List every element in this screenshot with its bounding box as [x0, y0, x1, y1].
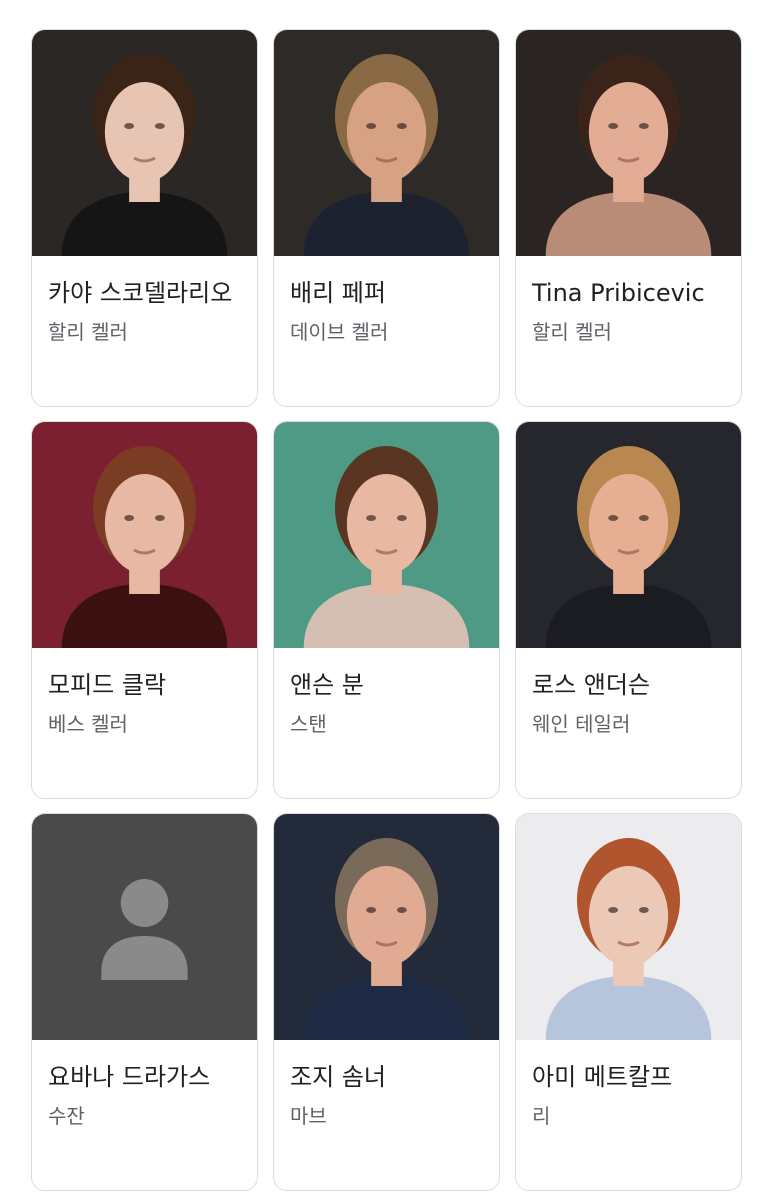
actor-photo [32, 422, 257, 648]
character-name: 리 [532, 1104, 551, 1128]
card-info: 로스 앤더슨 웨인 테일러 [516, 648, 741, 738]
actor-photo [274, 30, 499, 256]
portrait-image [516, 422, 741, 648]
card-info: 아미 메트칼프 리 [516, 1040, 741, 1130]
actor-name: 배리 페퍼 [290, 279, 386, 307]
card-info: 모피드 클락 베스 켈러 [32, 648, 257, 738]
actor-name: Tina Pribicevic [532, 279, 705, 307]
actor-name: 앤슨 분 [290, 671, 364, 699]
actor-photo [516, 422, 741, 648]
cast-card[interactable]: Tina Pribicevic 할리 켈러 [515, 29, 742, 407]
portrait-image [274, 30, 499, 256]
actor-name: 조지 솜너 [290, 1063, 386, 1091]
cast-card[interactable]: 앤슨 분 스탠 [273, 421, 500, 799]
character-name: 데이브 켈러 [290, 320, 389, 344]
character-name: 베스 켈러 [48, 712, 128, 736]
card-info: 카야 스코델라리오 할리 켈러 [32, 256, 257, 346]
card-info: Tina Pribicevic 할리 켈러 [516, 256, 741, 346]
cast-card[interactable]: 모피드 클락 베스 켈러 [31, 421, 258, 799]
cast-card[interactable]: 요바나 드라가스 수잔 [31, 813, 258, 1191]
card-info: 앤슨 분 스탠 [274, 648, 499, 738]
actor-photo [32, 30, 257, 256]
actor-name: 모피드 클락 [48, 671, 167, 699]
placeholder-person-icon [32, 814, 257, 1040]
character-name: 할리 켈러 [48, 320, 128, 344]
character-name: 웨인 테일러 [532, 712, 631, 736]
cast-card[interactable]: 배리 페퍼 데이브 켈러 [273, 29, 500, 407]
card-info: 배리 페퍼 데이브 켈러 [274, 256, 499, 346]
portrait-image [516, 30, 741, 256]
actor-name: 요바나 드라가스 [48, 1063, 211, 1091]
cast-grid: 카야 스코델라리오 할리 켈러 배리 페퍼 데이브 켈러 Tina Pribic… [31, 29, 742, 1191]
cast-card[interactable]: 조지 솜너 마브 [273, 813, 500, 1191]
actor-name: 로스 앤더슨 [532, 671, 651, 699]
cast-card[interactable]: 카야 스코델라리오 할리 켈러 [31, 29, 258, 407]
portrait-image [274, 422, 499, 648]
cast-card[interactable]: 로스 앤더슨 웨인 테일러 [515, 421, 742, 799]
actor-photo [516, 30, 741, 256]
cast-card[interactable]: 아미 메트칼프 리 [515, 813, 742, 1191]
card-info: 요바나 드라가스 수잔 [32, 1040, 257, 1130]
portrait-image [32, 422, 257, 648]
portrait-image [32, 30, 257, 256]
portrait-image [274, 814, 499, 1040]
portrait-image [516, 814, 741, 1040]
character-name: 할리 켈러 [532, 320, 612, 344]
character-name: 스탠 [290, 712, 327, 736]
actor-photo [274, 422, 499, 648]
actor-photo [516, 814, 741, 1040]
character-name: 수잔 [48, 1104, 85, 1128]
actor-name: 아미 메트칼프 [532, 1063, 673, 1091]
actor-name: 카야 스코델라리오 [48, 279, 233, 307]
placeholder-photo [32, 814, 257, 1040]
card-info: 조지 솜너 마브 [274, 1040, 499, 1130]
character-name: 마브 [290, 1104, 327, 1128]
actor-photo [274, 814, 499, 1040]
